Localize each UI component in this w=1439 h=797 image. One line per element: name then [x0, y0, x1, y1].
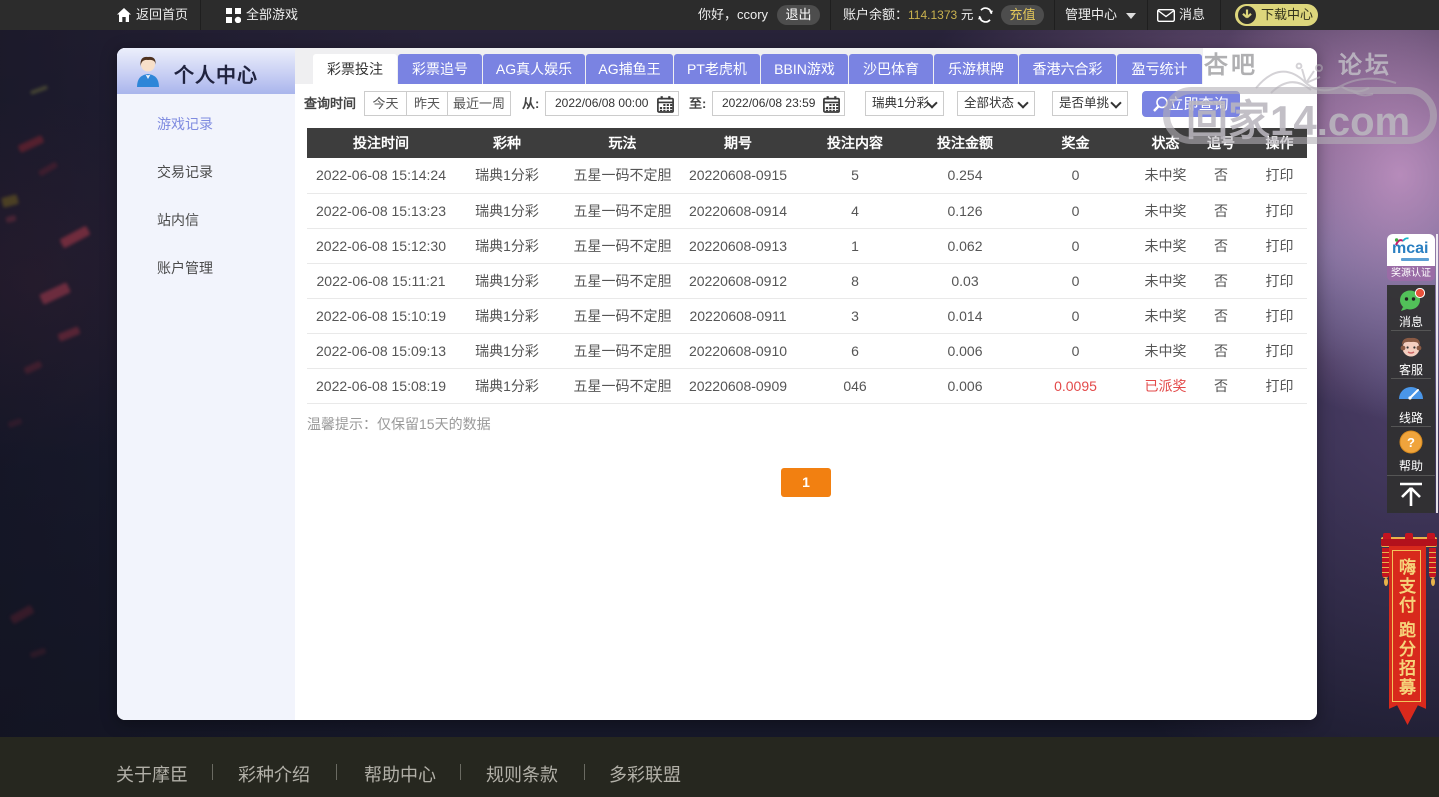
- svg-text:?: ?: [1407, 435, 1415, 450]
